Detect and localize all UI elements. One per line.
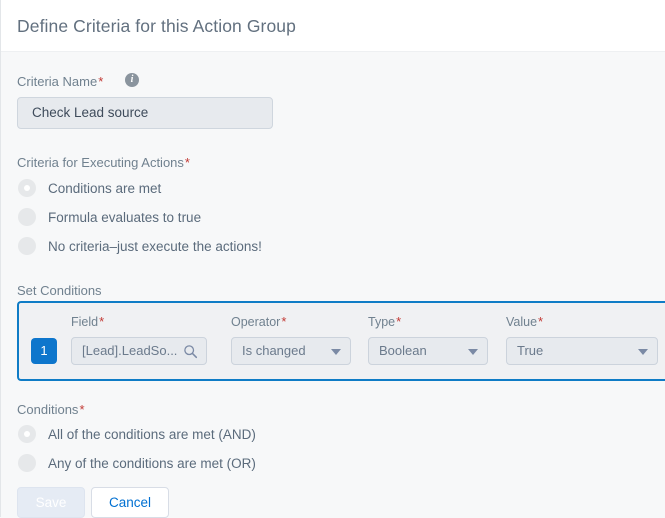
define-criteria-modal: Define Criteria for this Action Group Cr… (0, 0, 665, 518)
radio-no-criteria[interactable]: No criteria–just execute the actions! (18, 234, 262, 258)
chevron-down-icon (638, 349, 648, 355)
criteria-name-label-text: Criteria Name (17, 74, 98, 89)
radio-icon-unselected (18, 454, 36, 472)
modal-body: Criteria Name* i Check Lead source Crite… (1, 52, 665, 518)
set-conditions-label: Set Conditions (17, 283, 102, 299)
condition-type-value: Boolean (379, 343, 427, 358)
set-conditions-label-text: Set Conditions (17, 283, 102, 298)
type-required-asterisk: * (396, 314, 402, 329)
criteria-for-executing-actions-label-text: Criteria for Executing Actions (17, 155, 184, 170)
criteria-name-required-asterisk: * (98, 74, 104, 89)
column-header-field: Field* (71, 314, 104, 330)
operator-required-asterisk: * (281, 314, 287, 329)
column-header-field-text: Field (71, 315, 99, 329)
condition-type-select[interactable]: Boolean (368, 337, 488, 365)
criteria-name-label: Criteria Name* (17, 74, 103, 90)
field-required-asterisk: * (99, 314, 105, 329)
radio-no-criteria-label: No criteria–just execute the actions! (48, 238, 262, 254)
criteria-for-executing-actions-label: Criteria for Executing Actions* (17, 155, 190, 171)
radio-formula-evaluates-to-true[interactable]: Formula evaluates to true (18, 205, 201, 229)
radio-all-conditions-and-label: All of the conditions are met (AND) (48, 426, 256, 442)
page-title: Define Criteria for this Action Group (17, 16, 296, 36)
condition-operator-value: Is changed (242, 343, 306, 358)
radio-icon-selected (18, 425, 36, 443)
column-header-operator-text: Operator (231, 315, 281, 329)
radio-all-conditions-and[interactable]: All of the conditions are met (AND) (18, 422, 256, 446)
condition-row-number: 1 (31, 338, 57, 364)
radio-icon-selected (18, 179, 36, 197)
radio-icon-unselected (18, 237, 36, 255)
column-header-value: Value* (506, 314, 543, 330)
radio-conditions-are-met[interactable]: Conditions are met (18, 176, 161, 200)
cancel-button[interactable]: Cancel (91, 487, 169, 518)
condition-field-input[interactable]: [Lead].LeadSo... (71, 337, 207, 365)
modal-header: Define Criteria for this Action Group (1, 0, 665, 52)
column-header-type-text: Type (368, 315, 396, 329)
chevron-down-icon (331, 349, 341, 355)
column-header-operator: Operator* (231, 314, 286, 330)
conditions-label-text: Conditions (17, 402, 79, 417)
info-icon[interactable]: i (125, 73, 139, 87)
condition-field-value: [Lead].LeadSo... (82, 343, 178, 358)
radio-any-conditions-or[interactable]: Any of the conditions are met (OR) (18, 451, 256, 475)
radio-any-conditions-or-label: Any of the conditions are met (OR) (48, 455, 256, 471)
radio-formula-evaluates-to-true-label: Formula evaluates to true (48, 209, 202, 225)
condition-value-select[interactable]: True (506, 337, 658, 365)
value-required-asterisk: * (538, 314, 544, 329)
set-conditions-panel: Field* Operator* Type* Value* 1 [Lead].L… (17, 301, 665, 381)
column-header-value-text: Value (506, 315, 538, 329)
radio-icon-unselected (18, 208, 36, 226)
search-icon (184, 345, 198, 359)
conditions-required-asterisk: * (79, 402, 85, 417)
conditions-label: Conditions* (17, 402, 85, 418)
chevron-down-icon (468, 349, 478, 355)
condition-value-value: True (517, 343, 544, 358)
condition-operator-select[interactable]: Is changed (231, 337, 351, 365)
criteria-name-input[interactable]: Check Lead source (17, 97, 273, 129)
radio-conditions-are-met-label: Conditions are met (48, 180, 162, 196)
criteria-for-executing-actions-required-asterisk: * (184, 155, 190, 170)
column-header-type: Type* (368, 314, 401, 330)
save-button[interactable]: Save (17, 487, 85, 518)
